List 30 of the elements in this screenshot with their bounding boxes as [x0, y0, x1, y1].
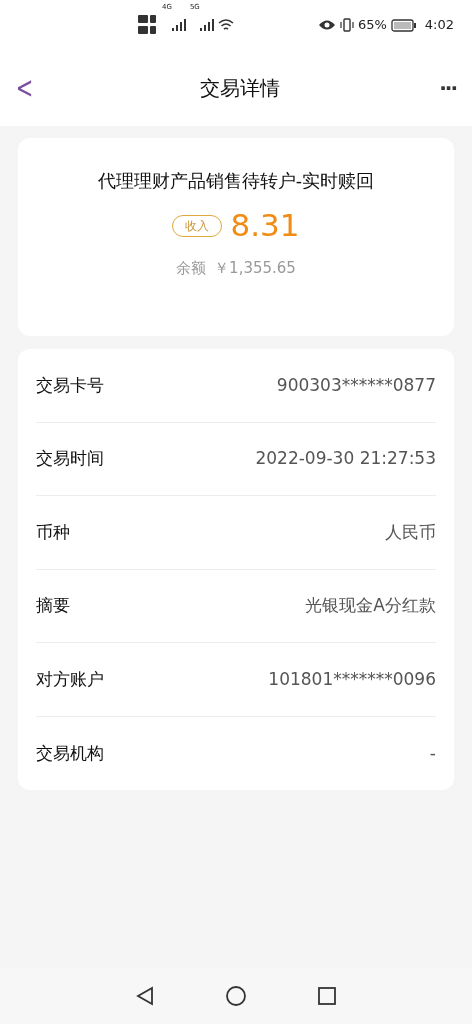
detail-label: 币种 [36, 520, 70, 544]
detail-value: 101801*******0096 [268, 667, 436, 691]
detail-value: 900303******0877 [276, 373, 436, 397]
home-icon[interactable] [225, 985, 247, 1007]
detail-value: 人民币 [385, 520, 436, 544]
signal-icon [171, 19, 186, 31]
balance-label: 余额 [176, 258, 207, 280]
battery-percent: 65% [357, 16, 387, 35]
back-icon[interactable] [135, 986, 155, 1006]
detail-value: 光银现金A分红款 [305, 594, 436, 617]
vibrate-icon [339, 18, 354, 32]
detail-value: - [429, 741, 436, 765]
eye-icon [317, 19, 336, 31]
detail-label: 交易时间 [36, 447, 104, 470]
detail-value: 2022-09-30 21:27:53 [255, 447, 436, 470]
detail-label: 对方账户 [36, 667, 104, 691]
balance-value: ￥1,355.65 [214, 258, 296, 280]
signal-icon [199, 19, 214, 31]
detail-label: 交易机构 [36, 741, 104, 765]
detail-label: 摘要 [36, 594, 70, 617]
more-button[interactable]: ··· [439, 73, 456, 103]
transaction-title: 代理理财产品销售待转户-实时赎回 [96, 170, 376, 193]
back-button[interactable]: < [12, 73, 37, 103]
detail-label: 交易卡号 [36, 373, 104, 397]
amount: 8.31 [230, 210, 300, 242]
wifi-icon [217, 18, 234, 32]
recents-icon[interactable] [317, 986, 337, 1006]
battery-icon [390, 18, 417, 32]
page-title: 交易详情 [200, 75, 281, 102]
clock: 4:02 [424, 16, 454, 35]
